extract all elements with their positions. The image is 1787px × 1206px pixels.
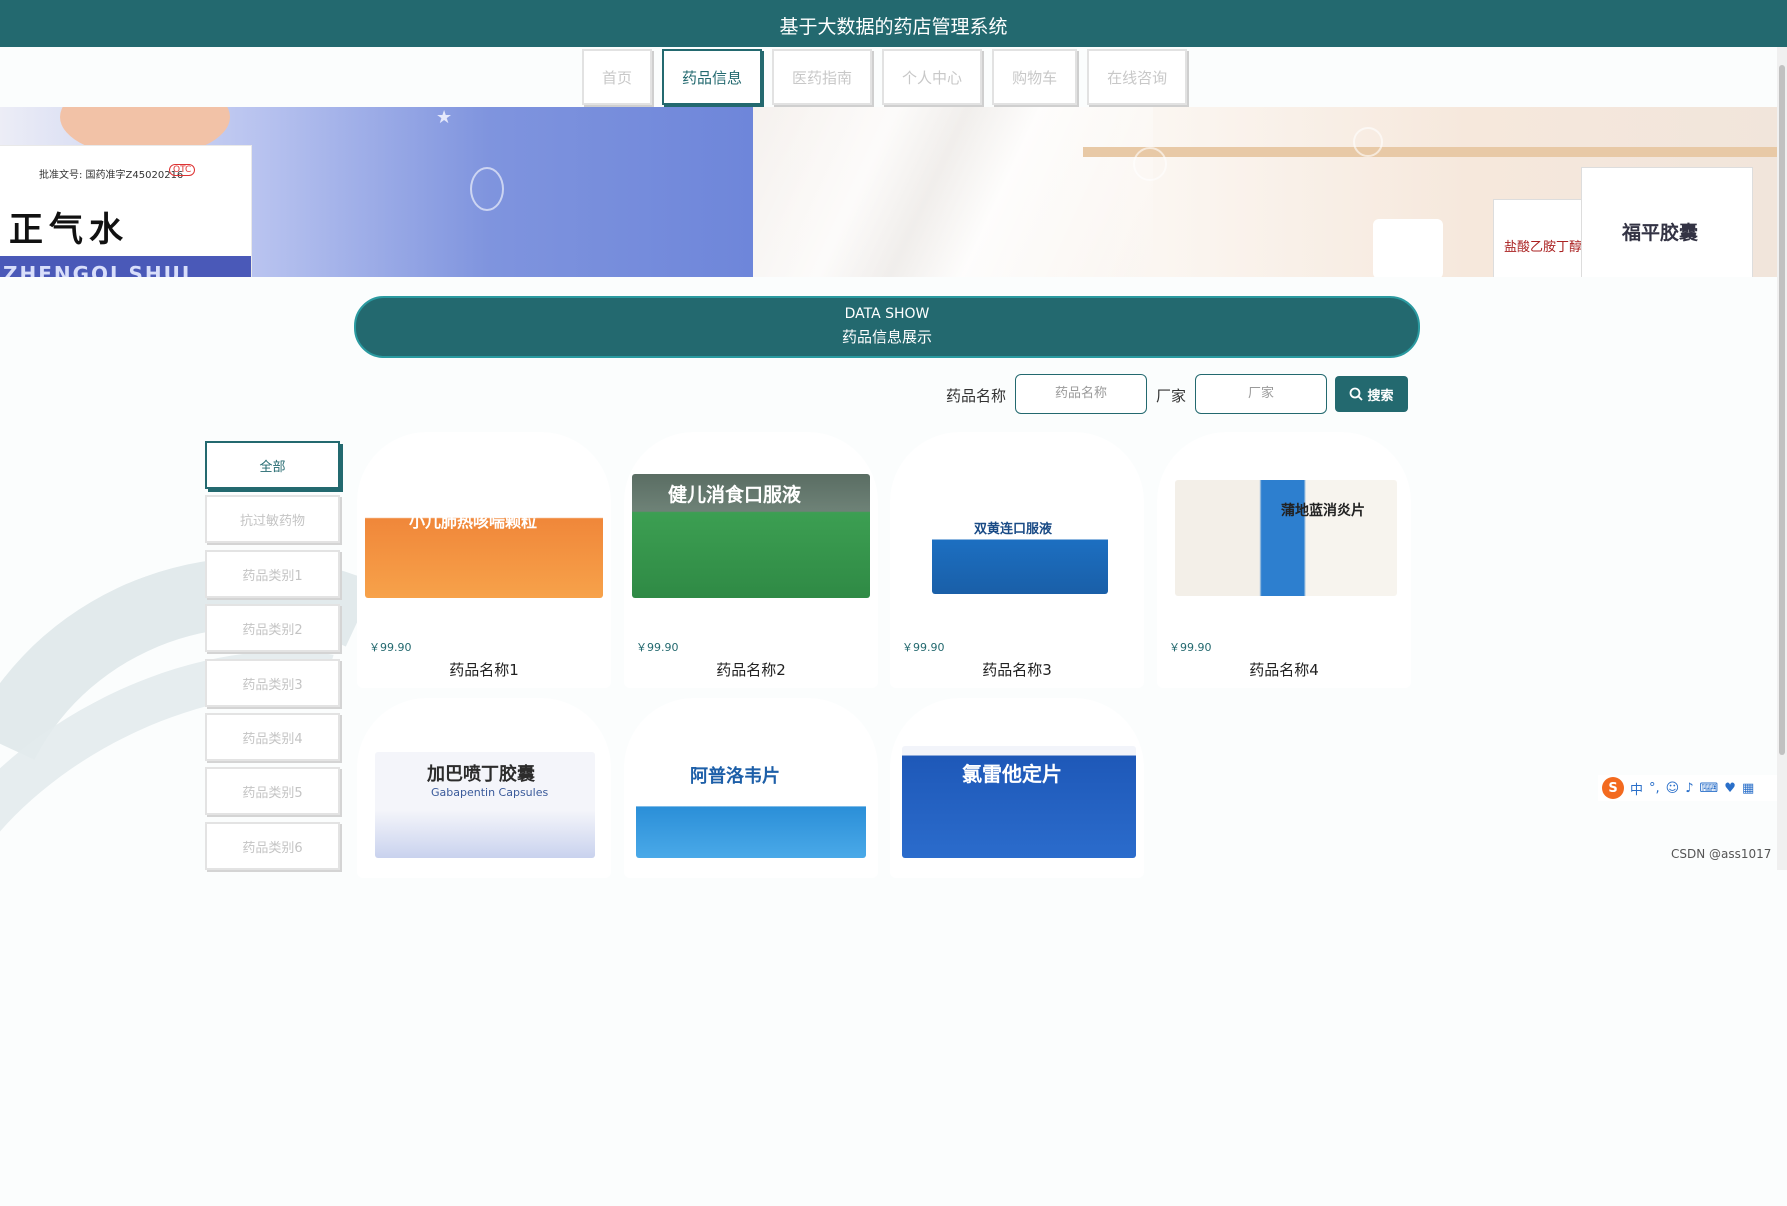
product-image: 蒲地蓝消炎片 [1175,480,1397,596]
top-header-bar: 基于大数据的药店管理系统 [0,0,1787,47]
category-item[interactable]: 药品类别4 [205,713,340,761]
main-nav: 首页 药品信息 医药指南 个人中心 购物车 在线咨询 [582,49,1188,105]
ime-language-label[interactable]: 中 [1630,779,1643,798]
section-title-banner: DATA SHOW 药品信息展示 [354,296,1420,358]
shelf-board [1083,147,1777,157]
bubble-decoration [1353,127,1383,157]
bubble-decoration [470,167,504,211]
product-pack-text: 阿普洛韦片 [690,766,780,787]
search-button-label: 搜索 [1367,388,1394,404]
product-name: 药品名称4 [1249,661,1319,679]
product-card[interactable]: 蒲地蓝消炎片 ￥99.90 药品名称4 [1157,432,1411,688]
bottle-image [1373,219,1443,277]
section-title-en: DATA SHOW [844,306,930,322]
emoji-icon[interactable]: ☺ [1666,781,1680,796]
banner-image-left: ★ 批准文号: 国药准字Z45020216 OTC 正气水 ZHENGQI SH… [0,107,753,277]
keyboard-icon[interactable]: ⌨ [1700,781,1719,796]
product-card[interactable]: 加巴喷丁胶囊 Gabapentin Capsules [357,698,611,878]
product-card[interactable]: 氯雷他定片 [890,698,1144,878]
product-name: 药品名称2 [716,661,786,679]
scrollbar-thumb[interactable] [1779,65,1785,755]
star-icon: ★ [436,107,453,128]
category-item[interactable]: 抗过敏药物 [205,495,340,543]
otc-badge: OTC [169,164,196,176]
site-title: 基于大数据的药店管理系统 [779,16,1008,38]
product-price: ￥99.90 [636,641,679,654]
product-price: ￥99.90 [902,641,945,654]
toolbox-icon[interactable]: ▦ [1742,781,1754,796]
section-title-cn: 药品信息展示 [841,328,932,346]
product-pack-text: 健儿消食口服液 [668,484,802,506]
product-image: 加巴喷丁胶囊 Gabapentin Capsules [375,752,595,858]
approval-number: 批准文号: 国药准字Z45020216 [39,170,184,181]
banner-carousel[interactable]: ★ 批准文号: 国药准字Z45020216 OTC 正气水 ZHENGQI SH… [0,107,1777,277]
product-card[interactable]: 小儿肺热咳喘颗粒 ￥99.90 药品名称1 [357,432,611,688]
product-pack-subtext: Gabapentin Capsules [431,786,549,799]
punctuation-icon[interactable]: °, [1649,781,1660,796]
nav-item-personal-center[interactable]: 个人中心 [882,49,983,105]
product-pack-text: 氯雷他定片 [962,762,1062,786]
vertical-scrollbar[interactable] [1777,47,1787,870]
nav-item-drug-info[interactable]: 药品信息 [662,49,763,105]
product-name: 药品名称1 [449,661,519,679]
search-button[interactable]: 搜索 [1335,376,1408,412]
product-price: ￥99.90 [1169,641,1212,654]
microphone-icon[interactable]: ♪ [1685,781,1693,796]
category-item[interactable]: 药品类别5 [205,767,340,815]
search-icon [1350,387,1364,401]
category-item[interactable]: 药品类别2 [205,604,340,652]
ime-toolbar[interactable]: S 中 °, ☺ ♪ ⌨ ♥ ▦ [1598,775,1787,801]
medicine-box-image: 批准文号: 国药准字Z45020216 OTC 正气水 ZHENGQI SHUI [0,145,252,277]
bubble-decoration [1133,147,1167,181]
medicine-box-image: 福平胶囊 [1581,167,1753,277]
nav-item-online-consult[interactable]: 在线咨询 [1087,49,1188,105]
manufacturer-label: 厂家 [1156,387,1187,405]
medicine-box-title: 福平胶囊 [1622,222,1699,244]
category-item[interactable]: 药品类别3 [205,659,340,707]
product-pack-text: 加巴喷丁胶囊 [427,764,535,785]
category-item[interactable]: 药品类别6 [205,822,340,870]
nav-item-cart[interactable]: 购物车 [992,49,1078,105]
product-card[interactable]: 阿普洛韦片 [624,698,878,878]
medicine-box-title: 正气水 [9,210,129,250]
banner-image-right: 盐酸乙胺丁醇片 福平胶囊 [753,107,1777,277]
drug-name-input[interactable]: 药品名称 [1015,374,1147,414]
product-price: ￥99.90 [369,641,412,654]
drug-name-label: 药品名称 [946,387,1007,405]
medicine-box-band-text: ZHENGQI SHUI [3,262,192,277]
product-image: 氯雷他定片 [902,746,1136,858]
product-image: 阿普洛韦片 [636,742,866,858]
category-item[interactable]: 药品类别1 [205,550,340,598]
product-image: 双黄连口服液 [932,494,1108,594]
product-pack-text: 小儿肺热咳喘颗粒 [409,512,538,531]
product-pack-text: 蒲地蓝消炎片 [1281,503,1365,519]
watermark: CSDN @ass1017 [1671,847,1772,861]
sogou-icon[interactable]: S [1602,777,1624,799]
product-pack-text: 双黄连口服液 [974,522,1053,537]
product-image: 小儿肺热咳喘颗粒 [365,474,603,598]
product-card[interactable]: 健儿消食口服液 ￥99.90 药品名称2 [624,432,878,688]
manufacturer-input[interactable]: 厂家 [1195,374,1327,414]
medicine-box-band: ZHENGQI SHUI [0,256,251,277]
product-name: 药品名称3 [982,661,1052,679]
skin-icon[interactable]: ♥ [1724,781,1736,796]
product-image: 健儿消食口服液 [632,474,870,598]
category-item-all[interactable]: 全部 [205,441,340,489]
product-card[interactable]: 双黄连口服液 ￥99.90 药品名称3 [890,432,1144,688]
nav-item-medical-guide[interactable]: 医药指南 [772,49,873,105]
nav-item-home[interactable]: 首页 [582,49,653,105]
